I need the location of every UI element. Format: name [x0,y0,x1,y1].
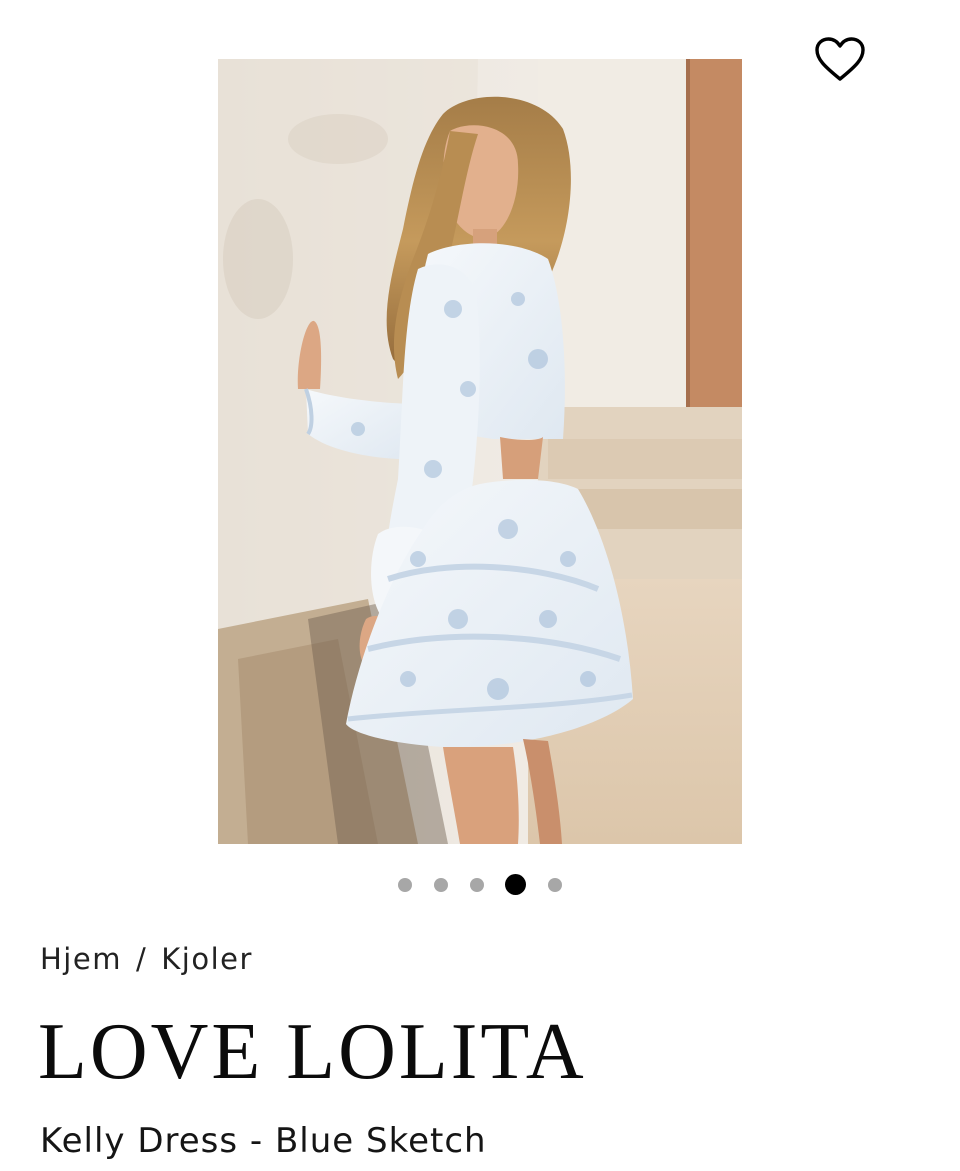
carousel-dot-4-active[interactable] [505,874,526,895]
carousel-dot-3[interactable] [470,878,484,892]
breadcrumb: Hjem / Kjoler [40,938,253,980]
product-image[interactable] [218,59,742,844]
product-title: Kelly Dress - Blue Sketch [40,1121,487,1161]
carousel-dot-5[interactable] [548,878,562,892]
carousel-dot-2[interactable] [434,878,448,892]
breadcrumb-category-link[interactable]: Kjoler [161,942,253,976]
carousel-dots [0,872,960,898]
breadcrumb-home-link[interactable]: Hjem [40,942,122,976]
breadcrumb-separator: / [135,942,148,976]
carousel-dot-1[interactable] [398,878,412,892]
heart-outline-icon [815,37,865,81]
brand-name[interactable]: LOVE LOLITA [38,1008,587,1096]
product-photo [218,59,742,844]
wishlist-button[interactable] [812,34,868,86]
